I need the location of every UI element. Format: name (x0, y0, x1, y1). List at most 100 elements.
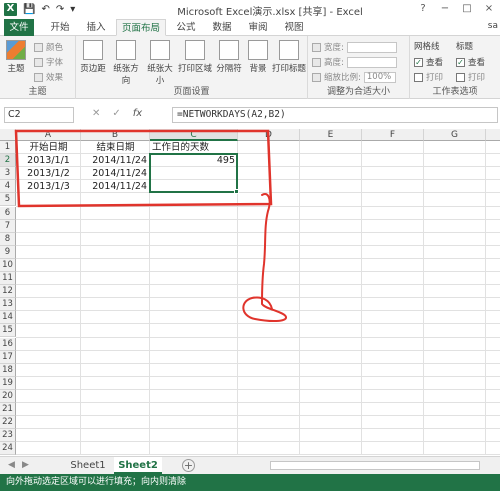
margins-button[interactable]: 页边距 (78, 40, 108, 74)
close-button[interactable]: × (478, 0, 500, 17)
row-header-6[interactable]: 6 (0, 206, 16, 220)
scale-value[interactable]: 100% (363, 71, 396, 83)
tab-insert[interactable]: 插入 (80, 19, 112, 36)
formula-input[interactable]: =NETWORKDAYS(A2,B2) (172, 107, 498, 123)
row-header-15[interactable]: 15 (0, 324, 16, 338)
column-header-a[interactable]: A (16, 129, 81, 141)
column-header-b[interactable]: B (81, 129, 150, 141)
row-header-5[interactable]: 5 (0, 193, 16, 207)
gridlines-print-option[interactable]: 打印 (414, 71, 443, 83)
row-header-8[interactable]: 8 (0, 232, 16, 246)
headings-view-checkbox[interactable]: ✓ (456, 57, 465, 67)
row-header-1[interactable]: 1 (0, 141, 16, 155)
minimize-button[interactable]: − (434, 0, 456, 17)
help-button[interactable]: ? (412, 0, 434, 17)
row-header-20[interactable]: 20 (0, 389, 16, 403)
row-header-2[interactable]: 2 (0, 154, 16, 168)
customize-icon[interactable]: ▾ (70, 4, 75, 16)
gridlines-view-option[interactable]: ✓ 查看 (414, 56, 443, 68)
cell-a2[interactable]: 2013/1/1 (16, 155, 81, 166)
next-sheet-icon[interactable]: ▶ (22, 460, 29, 470)
redo-icon[interactable]: ↷ (56, 4, 64, 16)
theme-fonts-button[interactable]: 字体 (34, 56, 63, 68)
themes-button[interactable]: 主题 (3, 40, 29, 74)
cancel-icon[interactable]: ✕ (92, 108, 100, 119)
row-header-12[interactable]: 12 (0, 285, 16, 299)
breaks-button[interactable]: 分隔符 (214, 40, 244, 74)
row-header-21[interactable]: 21 (0, 403, 16, 417)
tab-home[interactable]: 开始 (44, 19, 76, 36)
headings-view-option[interactable]: ✓ 查看 (456, 56, 485, 68)
column-header-c[interactable]: C (150, 129, 238, 141)
tab-review[interactable]: 审阅 (242, 19, 274, 36)
cell-b2[interactable]: 2014/11/24 (81, 155, 150, 166)
tab-page-layout[interactable]: 页面布局 (116, 19, 166, 36)
undo-icon[interactable]: ↶ (41, 4, 49, 16)
row-header-14[interactable]: 14 (0, 311, 16, 325)
column-header-f[interactable]: F (362, 129, 424, 141)
cell-b1[interactable]: 结束日期 (81, 142, 150, 153)
row-header-7[interactable]: 7 (0, 219, 16, 233)
gridline-horizontal (16, 284, 500, 286)
scale-control[interactable]: 缩放比例: 100% (312, 71, 396, 83)
height-select[interactable] (346, 56, 397, 68)
orientation-button[interactable]: 纸张方向 (110, 40, 142, 86)
column-header-d[interactable]: D (238, 129, 300, 141)
sheet-tab-sheet2[interactable]: Sheet2 (114, 457, 162, 474)
row-header-16[interactable]: 16 (0, 337, 16, 351)
theme-effects-button[interactable]: 效果 (34, 71, 63, 83)
cell-c1[interactable]: 工作日的天数 (152, 142, 240, 153)
print-area-button[interactable]: 打印区域 (178, 40, 212, 74)
background-button[interactable]: 背景 (246, 40, 270, 74)
gridlines-print-checkbox[interactable] (414, 72, 423, 82)
tab-file[interactable]: 文件 (4, 19, 34, 36)
enter-icon[interactable]: ✓ (112, 108, 120, 119)
user-account[interactable]: sa (488, 21, 498, 31)
row-header-9[interactable]: 9 (0, 245, 16, 259)
horizontal-scrollbar[interactable] (270, 461, 480, 470)
row-header-10[interactable]: 10 (0, 258, 16, 272)
cell-a1[interactable]: 开始日期 (16, 142, 81, 153)
tab-data[interactable]: 数据 (206, 19, 238, 36)
width-control[interactable]: 宽度: (312, 41, 397, 53)
fill-handle[interactable] (234, 189, 239, 195)
print-titles-label: 打印标题 (272, 64, 307, 74)
row-header-24[interactable]: 24 (0, 442, 16, 455)
row-header-11[interactable]: 11 (0, 272, 16, 286)
size-button[interactable]: 纸张大小 (144, 40, 176, 86)
row-header-19[interactable]: 19 (0, 376, 16, 390)
row-header-13[interactable]: 13 (0, 298, 16, 312)
theme-colors-button[interactable]: 颜色 (34, 41, 63, 53)
cell-a4[interactable]: 2013/1/3 (16, 181, 81, 192)
add-sheet-button[interactable]: + (182, 459, 195, 472)
column-header-h[interactable]: H (486, 129, 500, 141)
prev-sheet-icon[interactable]: ◀ (8, 460, 15, 470)
selection-range[interactable] (149, 153, 238, 194)
worksheet-grid[interactable]: ABCDEFGH12345678910111213141516171819202… (0, 129, 500, 455)
row-header-4[interactable]: 4 (0, 180, 16, 194)
row-header-3[interactable]: 3 (0, 167, 16, 181)
fx-icon[interactable]: fx (133, 108, 142, 119)
width-select[interactable] (346, 41, 397, 53)
headings-print-checkbox[interactable] (456, 72, 465, 82)
tab-view[interactable]: 视图 (278, 19, 310, 36)
cell-a3[interactable]: 2013/1/2 (16, 168, 81, 179)
maximize-button[interactable]: □ (456, 0, 478, 17)
row-header-23[interactable]: 23 (0, 429, 16, 443)
cell-b3[interactable]: 2014/11/24 (81, 168, 150, 179)
row-header-22[interactable]: 22 (0, 416, 16, 430)
cell-b4[interactable]: 2014/11/24 (81, 181, 150, 192)
save-icon[interactable]: 💾 (23, 4, 35, 16)
row-header-18[interactable]: 18 (0, 363, 16, 377)
tab-formulas[interactable]: 公式 (170, 19, 202, 36)
column-header-e[interactable]: E (300, 129, 362, 141)
headings-print-option[interactable]: 打印 (456, 71, 485, 83)
height-control[interactable]: 高度: (312, 56, 397, 68)
sheet-tab-sheet1[interactable]: Sheet1 (64, 457, 112, 474)
name-box[interactable]: C2 (4, 107, 74, 123)
select-all-corner[interactable] (0, 129, 16, 141)
row-header-17[interactable]: 17 (0, 350, 16, 364)
column-header-g[interactable]: G (424, 129, 486, 141)
print-titles-button[interactable]: 打印标题 (272, 40, 306, 74)
gridlines-view-checkbox[interactable]: ✓ (414, 57, 423, 67)
